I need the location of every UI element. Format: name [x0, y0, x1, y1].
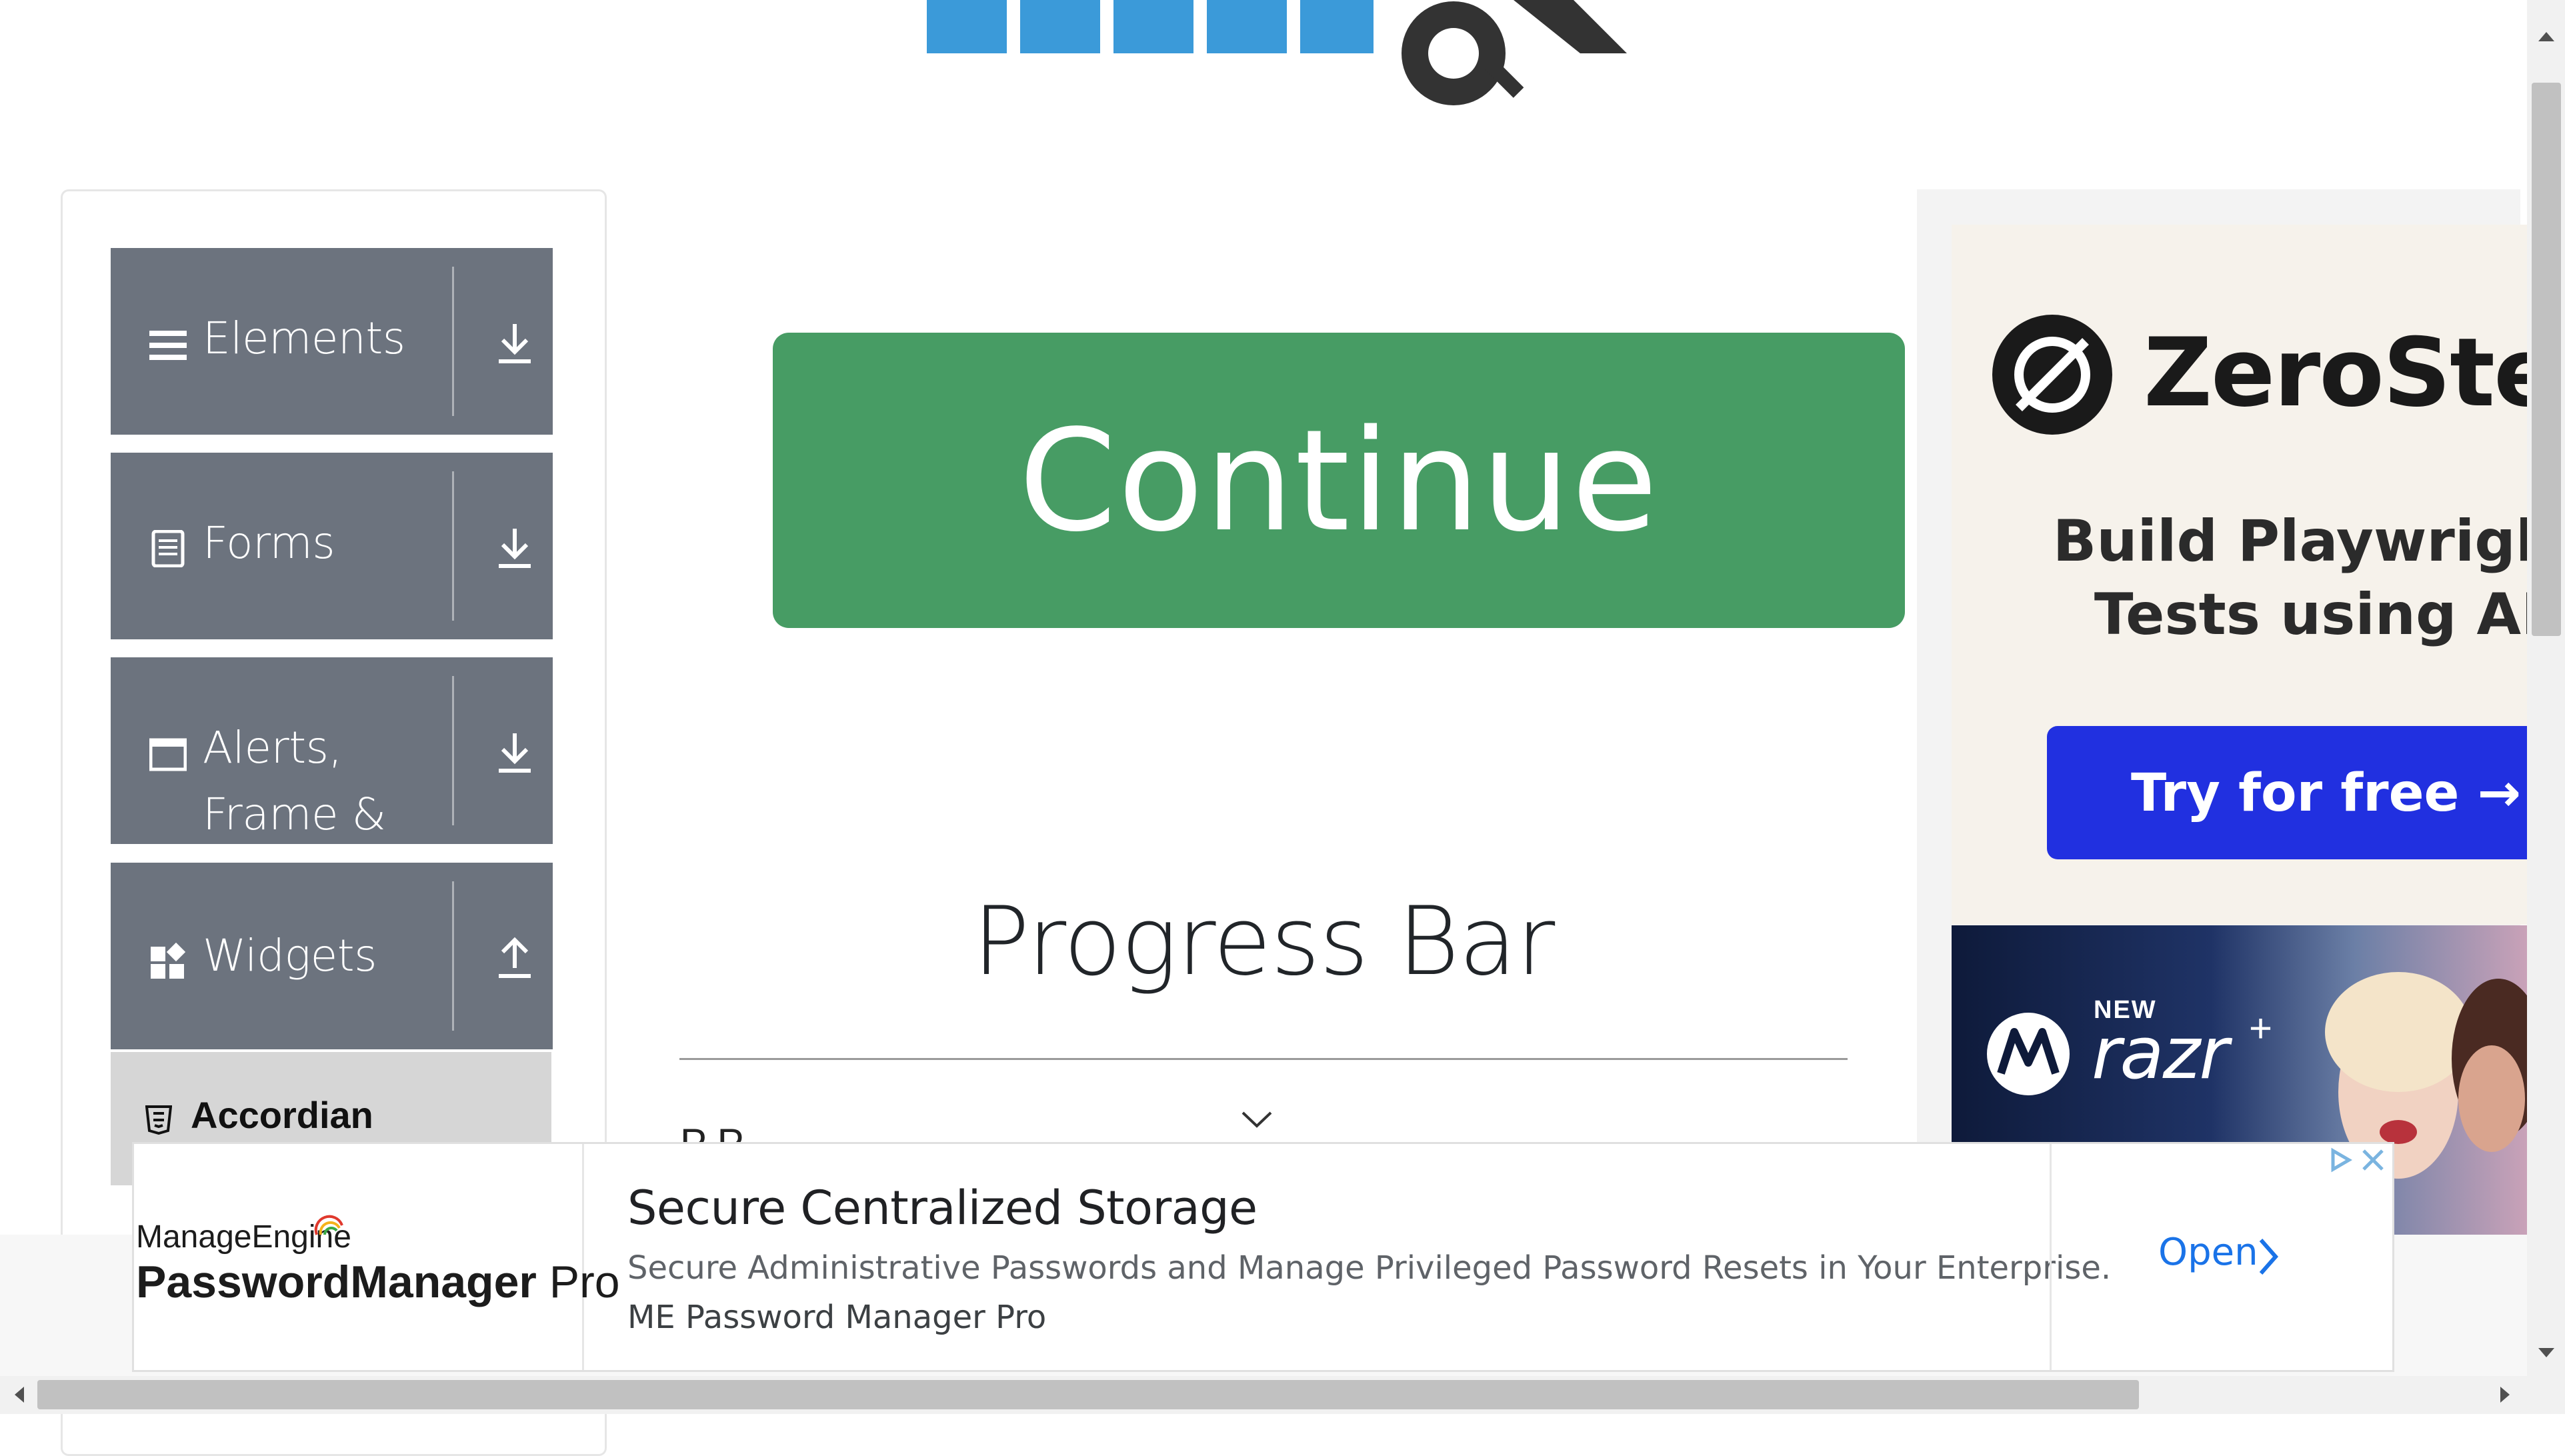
scroll-up-icon[interactable]: [2537, 29, 2556, 43]
razr-plus: +: [2249, 1006, 2273, 1051]
arrow-down-icon[interactable]: [496, 729, 533, 776]
divider: [452, 676, 454, 825]
document-icon: [151, 530, 185, 567]
arrow-up-icon[interactable]: [496, 935, 533, 981]
arrow-down-icon[interactable]: [496, 320, 533, 367]
horizontal-scroll-thumb[interactable]: [37, 1380, 2139, 1409]
zerostep-ad[interactable]: ZeroStep Build Playwright Tests using AI…: [1952, 225, 2527, 925]
html5-icon: [145, 1105, 172, 1135]
divider: [452, 471, 454, 621]
ad-description: Secure Administrative Passwords and Mana…: [627, 1249, 2112, 1287]
sidebar-group-label: Widgets: [203, 930, 377, 981]
toolsqa-logo[interactable]: [913, 0, 1654, 113]
ad-headline[interactable]: Secure Centralized Storage: [627, 1181, 1257, 1235]
widgets-icon: [151, 943, 186, 979]
anchor-ad[interactable]: ManageEngine PasswordManager Pro Secure …: [132, 1142, 2394, 1372]
chevron-down-icon[interactable]: [1240, 1110, 1273, 1130]
scroll-left-icon[interactable]: [12, 1385, 25, 1404]
zerostep-headline: Build Playwright Tests using AI: [2045, 505, 2527, 651]
arrow-down-icon[interactable]: [496, 525, 533, 571]
scroll-down-icon[interactable]: [2537, 1347, 2556, 1360]
close-icon[interactable]: [2357, 1144, 2389, 1176]
sidebar-group-elements[interactable]: Elements: [111, 248, 553, 435]
headline-line: Build Playwright: [2052, 508, 2527, 575]
hamburger-icon: [149, 331, 187, 360]
continue-button[interactable]: Continue: [773, 333, 1905, 628]
ad-advertiser: ME Password Manager Pro: [627, 1299, 1047, 1336]
divider: [452, 881, 454, 1031]
scroll-right-icon[interactable]: [2499, 1385, 2512, 1404]
sidebar-item-label: Accordian: [191, 1094, 373, 1136]
password-manager-pro-text: PasswordManager Pro: [136, 1256, 620, 1308]
manageengine-arc-icon: [314, 1215, 343, 1235]
zerostep-logo-icon: [1992, 315, 2112, 435]
title-divider: [679, 1058, 1848, 1060]
sidebar-group-label: Forms: [203, 517, 335, 569]
ad-open-button[interactable]: Open: [2158, 1231, 2258, 1274]
sidebar-group-widgets[interactable]: Widgets: [111, 863, 553, 1049]
logo-big-suffix: Pro: [536, 1257, 620, 1307]
sidebar-group-label: Elements: [203, 313, 405, 364]
page-title: Progress Bar: [972, 887, 1556, 997]
zerostep-brand: ZeroStep: [2144, 318, 2527, 428]
razr-brand: razr: [2092, 1012, 2229, 1095]
motorola-logo-icon: [1987, 1013, 2070, 1095]
ad-open-area[interactable]: Open: [2050, 1144, 2394, 1370]
manageengine-logo: ManageEngine PasswordManager Pro: [134, 1144, 620, 1370]
sidebar-group-alerts[interactable]: Alerts, Frame & Windows: [111, 657, 553, 907]
adchoices-icon[interactable]: [2324, 1144, 2356, 1176]
logo-big-text: PasswordManager: [136, 1257, 537, 1307]
divider: [452, 267, 454, 416]
headline-line: Tests using AI: [2094, 581, 2527, 648]
try-for-free-button[interactable]: Try for free →: [2047, 726, 2527, 859]
chevron-right-icon: [2259, 1239, 2278, 1275]
window-icon: [149, 738, 187, 771]
sidebar-group-forms[interactable]: Forms: [111, 453, 553, 639]
vertical-scroll-thumb[interactable]: [2532, 83, 2561, 636]
